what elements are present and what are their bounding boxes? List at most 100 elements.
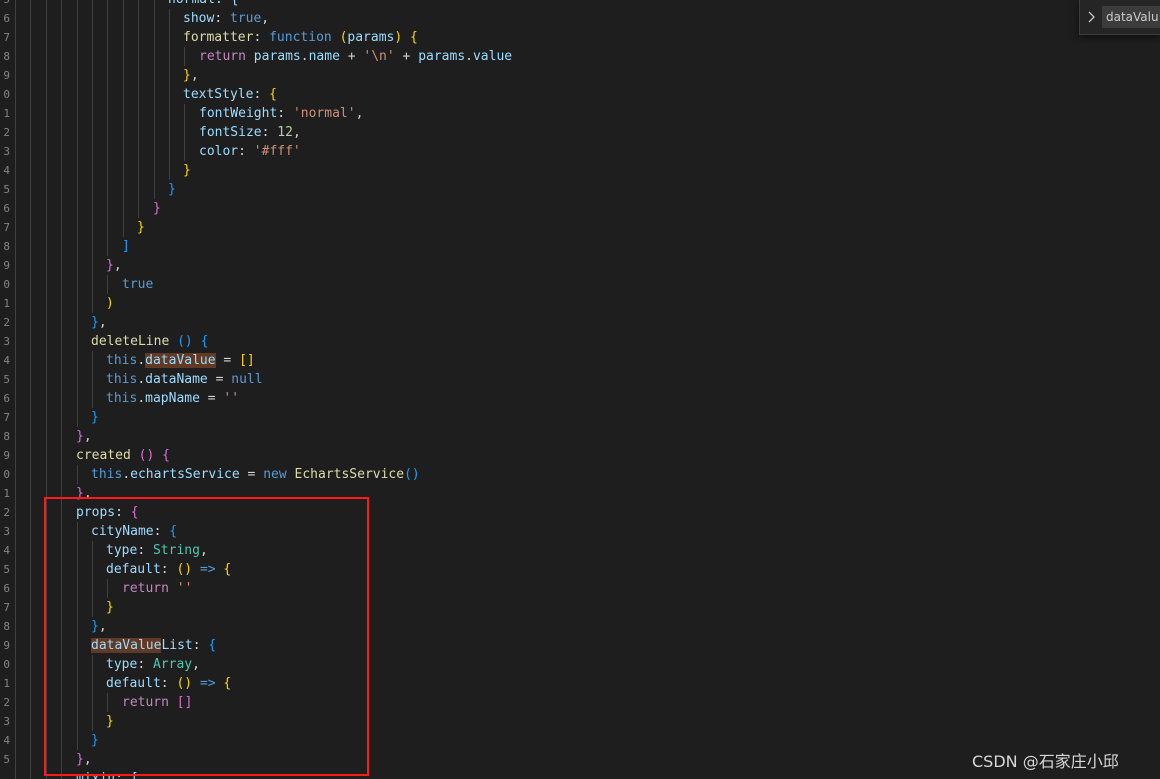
code-line-content: default: () => { xyxy=(106,674,231,693)
code-line[interactable]: }, xyxy=(0,484,1160,503)
indent-guide xyxy=(123,180,124,199)
indent-guide xyxy=(30,332,31,351)
code-line-content: color: '#fff' xyxy=(199,142,301,161)
code-line[interactable]: return '' xyxy=(0,579,1160,598)
code-line[interactable]: return params.name + '\n' + params.value xyxy=(0,47,1160,66)
code-line[interactable]: this.dataValue = [] xyxy=(0,351,1160,370)
code-line[interactable]: }, xyxy=(0,427,1160,446)
indent-guide xyxy=(61,85,62,104)
indent-guide xyxy=(77,218,78,237)
code-token: . xyxy=(122,467,131,482)
code-area[interactable]: normal: {show: true,formatter: function … xyxy=(0,0,1160,779)
code-token: this xyxy=(106,372,138,387)
code-token: Array xyxy=(152,657,193,672)
indent-guide xyxy=(169,85,170,104)
code-line[interactable]: ) xyxy=(0,294,1160,313)
toggle-replace-button[interactable] xyxy=(1084,8,1100,26)
code-line[interactable]: this.dataName = null xyxy=(0,370,1160,389)
code-line[interactable]: deleteLine () { xyxy=(0,332,1160,351)
code-line[interactable]: color: '#fff' xyxy=(0,142,1160,161)
indent-guide xyxy=(77,313,78,332)
indent-guide xyxy=(61,408,62,427)
indent-guide xyxy=(154,85,155,104)
code-line[interactable]: default: () => { xyxy=(0,560,1160,579)
code-line[interactable]: default: () => { xyxy=(0,674,1160,693)
indent-guide xyxy=(77,161,78,180)
code-line[interactable]: show: true, xyxy=(0,9,1160,28)
search-match-token: dataValue xyxy=(145,353,216,368)
indent-guide xyxy=(61,123,62,142)
code-line[interactable]: } xyxy=(0,218,1160,237)
code-token: echartsService xyxy=(130,467,240,482)
code-line[interactable]: cityName: { xyxy=(0,522,1160,541)
code-editor[interactable]: 5678901234567890123456789012345678901234… xyxy=(0,0,1160,779)
indent-guide xyxy=(30,750,31,769)
code-token: : xyxy=(214,11,230,26)
indent-guide xyxy=(61,712,62,731)
indent-guide xyxy=(46,9,47,28)
code-line[interactable]: this.echartsService = new EchartsService… xyxy=(0,465,1160,484)
code-line[interactable]: type: String, xyxy=(0,541,1160,560)
indent-guide xyxy=(92,674,93,693)
code-token: dataName xyxy=(145,372,208,387)
code-token: return xyxy=(199,49,246,64)
code-token: = xyxy=(215,353,240,368)
code-line-content: }, xyxy=(91,313,107,332)
indent-guide xyxy=(15,731,16,750)
code-line[interactable]: ] xyxy=(0,237,1160,256)
indent-guide xyxy=(15,598,16,617)
code-token: null xyxy=(231,372,263,387)
code-token: , xyxy=(199,543,208,558)
code-line[interactable]: } xyxy=(0,408,1160,427)
indent-guide xyxy=(123,218,124,237)
code-line[interactable]: textStyle: { xyxy=(0,85,1160,104)
code-line[interactable]: fontSize: 12, xyxy=(0,123,1160,142)
code-line[interactable]: } xyxy=(0,161,1160,180)
code-token: : xyxy=(153,524,170,539)
code-line[interactable]: normal: { xyxy=(0,0,1160,9)
code-line[interactable]: fontWeight: 'normal', xyxy=(0,104,1160,123)
code-line[interactable]: }, xyxy=(0,617,1160,636)
code-line-content: return '' xyxy=(122,579,192,598)
code-line[interactable]: formatter: function (params) { xyxy=(0,28,1160,47)
code-token: , xyxy=(98,619,107,634)
code-line[interactable]: } xyxy=(0,712,1160,731)
indent-guide xyxy=(92,237,93,256)
indent-guide xyxy=(46,389,47,408)
indent-guide xyxy=(15,769,16,779)
indent-guide xyxy=(30,446,31,465)
indent-guide xyxy=(184,123,185,142)
find-input[interactable] xyxy=(1102,6,1160,28)
indent-guide xyxy=(77,142,78,161)
code-line[interactable]: } xyxy=(0,180,1160,199)
code-line[interactable]: }, xyxy=(0,313,1160,332)
code-token: } xyxy=(76,429,84,444)
code-line[interactable]: }, xyxy=(0,256,1160,275)
code-line[interactable]: } xyxy=(0,598,1160,617)
indent-guide xyxy=(61,617,62,636)
code-line-content: show: true, xyxy=(183,9,269,28)
code-line[interactable]: true xyxy=(0,275,1160,294)
indent-guide xyxy=(61,332,62,351)
code-line[interactable]: } xyxy=(0,199,1160,218)
code-line[interactable]: }, xyxy=(0,66,1160,85)
code-line[interactable]: created () { xyxy=(0,446,1160,465)
code-token: : xyxy=(253,30,270,45)
indent-guide xyxy=(46,275,47,294)
indent-guide xyxy=(107,104,108,123)
indent-guide xyxy=(46,541,47,560)
chevron-right-icon xyxy=(1088,11,1095,23)
indent-guide xyxy=(77,28,78,47)
code-line[interactable]: return [] xyxy=(0,693,1160,712)
indent-guide xyxy=(15,370,16,389)
code-line[interactable]: dataValueList: { xyxy=(0,636,1160,655)
code-line[interactable]: type: Array, xyxy=(0,655,1160,674)
code-line[interactable]: this.mapName = '' xyxy=(0,389,1160,408)
code-token: : xyxy=(238,144,254,159)
code-token: } xyxy=(183,68,191,83)
code-line-content: mixin: [ xyxy=(76,769,139,779)
indent-guide xyxy=(61,750,62,769)
code-line[interactable]: props: { xyxy=(0,503,1160,522)
indent-guide xyxy=(61,47,62,66)
code-token: , xyxy=(113,258,122,273)
